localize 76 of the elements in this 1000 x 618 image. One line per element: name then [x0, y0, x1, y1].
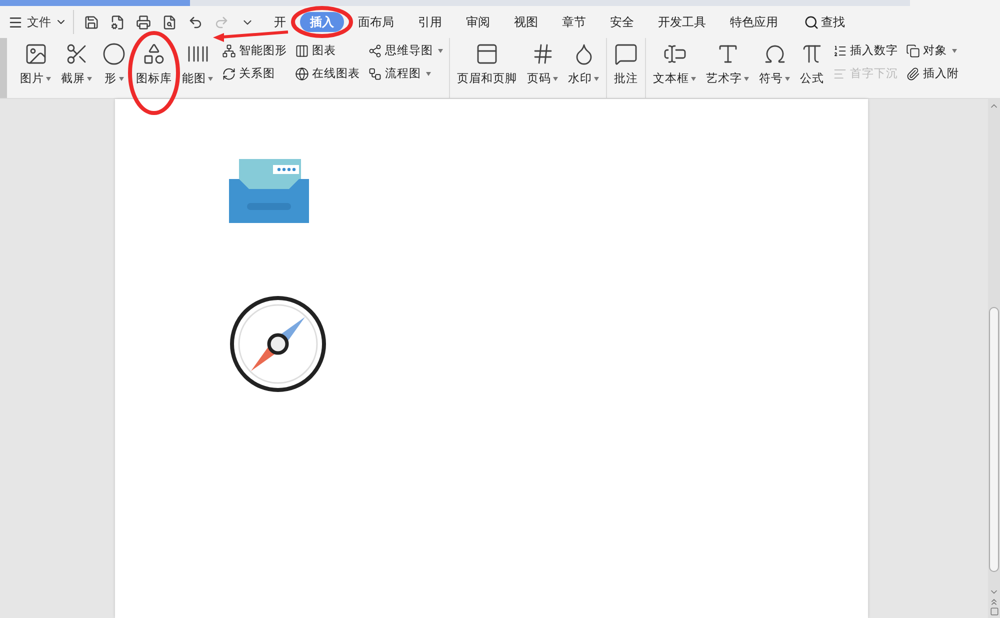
ribbon-button[interactable]: 对象 [906, 43, 959, 58]
caret-icon [952, 48, 957, 52]
ribbon-button[interactable]: 图表 [295, 43, 360, 58]
ribbon-icon [368, 44, 382, 58]
ribbon-tab[interactable]: 开发工具 [648, 12, 716, 32]
scrollbar-thumb[interactable] [989, 307, 999, 572]
ribbon-icon [906, 66, 920, 80]
file-menu[interactable]: 文件 [8, 10, 74, 34]
ribbon-button[interactable]: 页眉和页脚 [456, 40, 518, 88]
search-button[interactable]: 查找 [798, 12, 851, 32]
caret-icon [785, 76, 790, 80]
ribbon-icon [833, 44, 847, 58]
ribbon-button[interactable]: 文本框 [652, 40, 697, 88]
ribbon-icon [222, 44, 236, 58]
menu-icon [8, 14, 23, 30]
caret-icon [594, 76, 599, 80]
ribbon-tab[interactable]: 面布局 [348, 12, 404, 32]
ribbon-icon [368, 66, 382, 80]
ribbon-button[interactable]: 形 [101, 40, 127, 88]
annotation-circle [291, 6, 353, 38]
ribbon-button[interactable]: 能图 [181, 40, 214, 88]
ribbon-icon [222, 66, 236, 80]
ribbon-icon [102, 42, 126, 66]
ribbon-tab[interactable]: 视图 [504, 12, 548, 32]
ribbon-tab[interactable]: 特色应用 [720, 12, 788, 32]
caret-icon [208, 76, 213, 80]
caret-icon [118, 76, 124, 80]
ribbon-tab[interactable]: 安全 [600, 12, 644, 32]
panel-collapse-handle[interactable] [0, 38, 7, 98]
ribbon-button[interactable]: 水印 [567, 40, 600, 88]
caret-icon [46, 76, 51, 80]
ribbon-button[interactable]: 页码 [526, 40, 559, 88]
undo-icon [188, 14, 202, 30]
caret-icon [553, 76, 558, 80]
ribbon-icon [142, 42, 166, 66]
caret-icon [426, 72, 431, 76]
ribbon-button[interactable]: 符号 [758, 40, 791, 88]
ribbon-tab[interactable]: 开 [264, 12, 296, 32]
redo-icon [214, 14, 228, 30]
ribbon-icon [295, 66, 309, 80]
ribbon-button[interactable]: 艺术字 [705, 40, 750, 88]
search-icon [804, 14, 819, 30]
ribbon-button[interactable]: 插入附 [906, 66, 959, 81]
scrollbar-track[interactable] [988, 99, 1000, 618]
ribbon-button[interactable]: 图标库 [135, 40, 173, 88]
ribbon-icon [64, 42, 88, 66]
ribbon-button[interactable]: 智能图形 [222, 43, 287, 58]
ribbon-icon [833, 66, 847, 80]
ribbon-icon [475, 42, 499, 66]
ribbon-tab[interactable]: 审阅 [456, 12, 500, 32]
ribbon-icon [295, 44, 309, 58]
caret-icon [691, 76, 696, 80]
ribbon-button[interactable]: 公式 [799, 40, 825, 88]
ribbon-button[interactable]: 在线图表 [295, 66, 360, 81]
previous-page-icon[interactable] [989, 597, 999, 607]
ribbon-button[interactable]: 截屏 [60, 40, 93, 88]
compass-icon [229, 295, 327, 393]
ribbon-icon [614, 42, 638, 66]
ribbon-icon [24, 42, 48, 66]
printer-icon [136, 14, 150, 30]
ribbon-button[interactable]: 思维导图 [368, 43, 443, 58]
file-search-icon [162, 14, 176, 30]
inbox-tray-icon [229, 159, 309, 223]
file-gear-icon [110, 14, 124, 30]
ribbon-button[interactable]: 插入数字 [833, 43, 898, 58]
ribbon-button[interactable]: 批注 [613, 40, 639, 88]
caret-icon [87, 76, 92, 80]
ribbon-button[interactable]: 流程图 [368, 66, 443, 81]
caret-icon [744, 76, 749, 80]
square-icon[interactable] [990, 607, 998, 616]
ribbon-button[interactable]: 图片 [19, 40, 52, 88]
ribbon-tab[interactable]: 引用 [408, 12, 452, 32]
caret-icon [438, 48, 443, 52]
ribbon-button[interactable]: 关系图 [222, 66, 287, 81]
ribbon-tab[interactable]: 章节 [552, 12, 596, 32]
ribbon-icon [906, 44, 920, 58]
